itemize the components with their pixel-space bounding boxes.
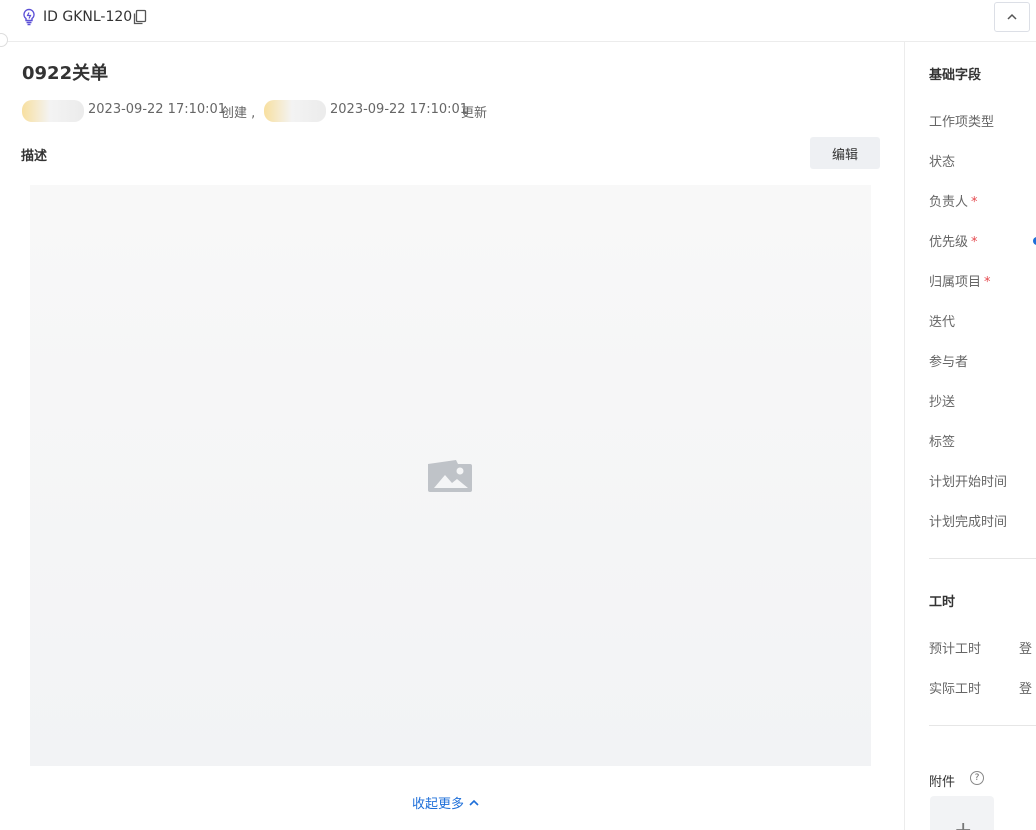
divider <box>929 558 1036 559</box>
chevron-up-icon <box>1007 13 1017 20</box>
main-content: 0922关单 2023-09-22 17:10:01 创建 , 2023-09-… <box>0 42 904 830</box>
field-cc[interactable]: 抄送 <box>929 391 955 410</box>
field-estimated-hours: 预计工时 <box>929 642 982 657</box>
page-title: 0922关单 <box>22 63 109 84</box>
collapse-panel-button[interactable] <box>994 2 1030 32</box>
attachments-title: 附件 <box>929 775 956 790</box>
field-planned-end[interactable]: 计划完成时间 <box>929 511 1007 530</box>
field-planned-start[interactable]: 计划开始时间 <box>929 471 1007 490</box>
basic-fields-title: 基础字段 <box>929 68 982 83</box>
required-mark: * <box>971 195 978 210</box>
plus-icon: + <box>954 820 972 830</box>
creator-avatar <box>22 100 84 122</box>
updater-avatar <box>264 100 326 122</box>
field-tags[interactable]: 标签 <box>929 431 955 450</box>
help-icon[interactable]: ? <box>970 771 984 785</box>
meta-info: 2023-09-22 17:10:01 创建 , 2023-09-22 17:1… <box>22 100 542 122</box>
created-time: 2023-09-22 17:10:01 <box>88 102 227 117</box>
divider <box>929 725 1036 726</box>
log-estimated-link[interactable]: 登 <box>1019 638 1032 657</box>
chevron-up-icon <box>469 799 479 806</box>
copy-icon[interactable] <box>132 9 148 25</box>
upload-attachment-button[interactable]: + <box>930 796 994 830</box>
edit-button[interactable]: 编辑 <box>810 137 880 169</box>
description-image[interactable] <box>30 185 871 766</box>
item-id: ID GKNL-120 <box>43 9 133 25</box>
log-actual-link[interactable]: 登 <box>1019 678 1032 697</box>
field-project[interactable]: 归属项目 * <box>929 271 991 290</box>
field-status[interactable]: 状态 <box>929 151 955 170</box>
created-label: 创建 , <box>221 106 256 121</box>
field-priority[interactable]: 优先级 * <box>929 231 978 250</box>
description-label: 描述 <box>21 149 48 164</box>
updated-label: 更新 <box>461 106 488 121</box>
side-panel: 基础字段 工作项类型 状态 负责人 * 优先级 * 归属项目 * 迭代 参与者 抄送 … <box>904 42 1036 830</box>
field-participants[interactable]: 参与者 <box>929 351 968 370</box>
required-mark: * <box>984 275 991 290</box>
field-work-item-type[interactable]: 工作项类型 <box>929 111 994 130</box>
field-assignee[interactable]: 负责人 * <box>929 191 978 210</box>
required-mark: * <box>971 235 978 250</box>
collapse-more-label: 收起更多 <box>412 797 465 812</box>
field-iteration[interactable]: 迭代 <box>929 311 955 330</box>
top-bar: ID GKNL-120 <box>0 0 1036 47</box>
collapse-more-link[interactable]: 收起更多 <box>412 793 479 812</box>
bulb-icon <box>23 8 35 26</box>
updated-time: 2023-09-22 17:10:01 <box>330 102 469 117</box>
field-actual-hours: 实际工时 <box>929 682 982 697</box>
image-placeholder-icon <box>428 460 472 492</box>
worktime-title: 工时 <box>929 595 956 610</box>
